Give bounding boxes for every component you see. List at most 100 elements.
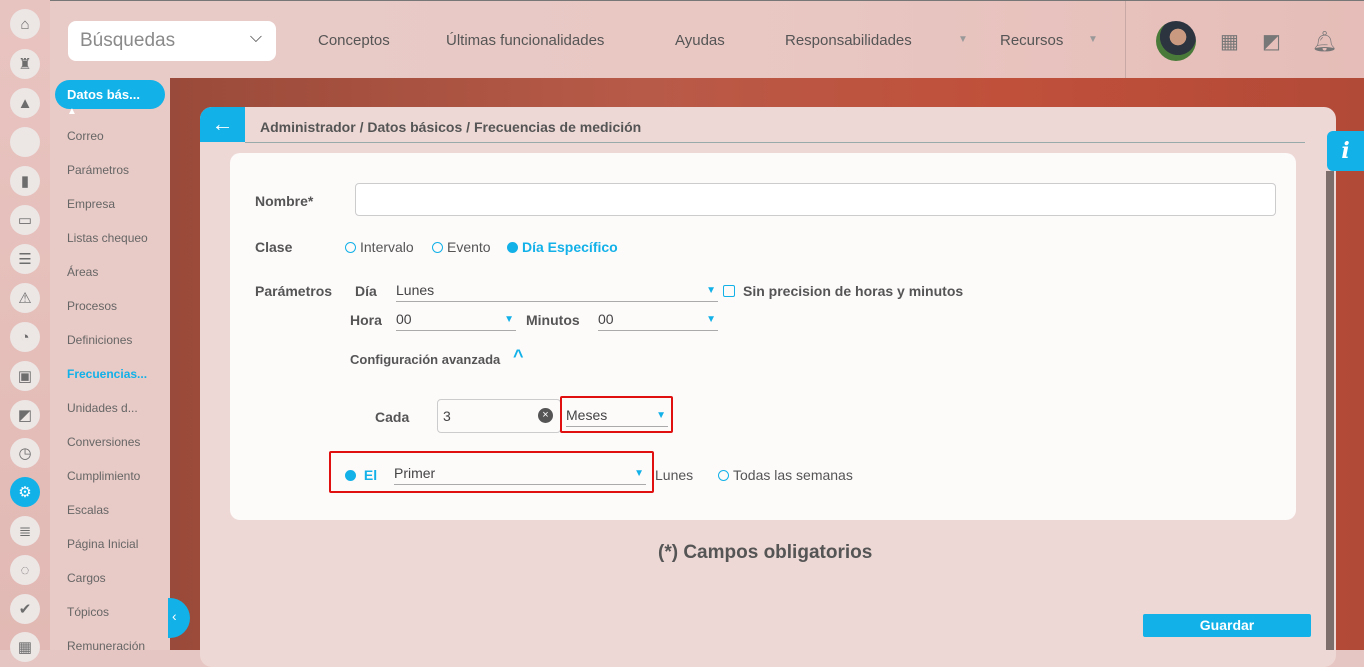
caret-down-icon: ▼ (706, 314, 716, 325)
menu-item[interactable]: Página Inicial (67, 537, 138, 551)
lunes-label: Lunes (655, 467, 693, 483)
caret-down-icon: ▼ (706, 285, 716, 296)
info-button[interactable]: i (1327, 131, 1364, 171)
menu-item[interactable]: Tópicos (67, 605, 109, 619)
save-button[interactable]: Guardar (1143, 614, 1311, 637)
radio-label: Día Específico (522, 239, 618, 255)
clase-label: Clase (255, 239, 292, 255)
radio-label: Evento (447, 239, 491, 255)
briefcase-icon[interactable]: ▣ (10, 361, 40, 391)
radio-el[interactable]: El (345, 467, 377, 483)
radio-icon (345, 242, 356, 253)
menu-item[interactable]: Remuneración (67, 639, 145, 653)
top-bar: Búsquedas⌵ Conceptos Últimas funcionalid… (50, 0, 1364, 78)
menu-item[interactable]: Áreas (67, 265, 98, 279)
nav-recursos[interactable]: Recursos (1000, 32, 1063, 49)
unidad-value: Meses (566, 407, 607, 423)
nav-responsabilidades[interactable]: Responsabilidades (785, 32, 912, 49)
caret-down-icon: ▼ (504, 314, 514, 325)
bell-icon[interactable]: 🔔︎ (1312, 29, 1337, 54)
sin-precision-checkbox[interactable]: Sin precision de horas y minutos (723, 283, 963, 299)
hora-select[interactable]: 00 ▼ (396, 311, 516, 331)
caret-down-icon: ▼ (958, 34, 968, 45)
menu-item[interactable]: Unidades d... (67, 401, 138, 415)
menu-item[interactable]: Listas chequeo (67, 231, 148, 245)
chevron-down-icon: ⌵ (250, 29, 262, 47)
dia-select[interactable]: Lunes ▼ (396, 282, 718, 302)
el-value: Primer (394, 465, 435, 481)
menu-item[interactable]: Conversiones (67, 435, 140, 449)
cada-value: 3 (443, 408, 451, 424)
scrollbar[interactable] (1326, 171, 1334, 650)
nombre-label: Nombre* (255, 193, 313, 209)
warning-icon[interactable]: ⚠ (10, 283, 40, 313)
blank-icon[interactable] (10, 127, 40, 157)
menu-section-dropdown[interactable]: Datos bás... ▲ (55, 80, 165, 109)
checkbox-icon (723, 285, 735, 297)
menu-item[interactable]: Definiciones (67, 333, 132, 347)
radio-selected-icon (507, 242, 518, 253)
cada-label: Cada (375, 409, 409, 425)
nav-ultimas-funcionalidades[interactable]: Últimas funcionalidades (446, 32, 604, 49)
nombre-input[interactable] (355, 183, 1276, 216)
dia-value: Lunes (396, 282, 434, 298)
parametros-label: Parámetros (255, 283, 332, 299)
list-icon[interactable]: ≣ (10, 516, 40, 546)
radio-selected-icon (345, 470, 356, 481)
divider (1125, 1, 1126, 79)
avatar[interactable] (1156, 21, 1196, 61)
required-note: (*) Campos obligatorios (658, 542, 872, 564)
map-icon[interactable]: ◩ (10, 400, 40, 430)
pie-chart-icon[interactable]: ◔ (10, 322, 40, 352)
menu-item[interactable]: Correo (67, 129, 104, 143)
radio-icon (432, 242, 443, 253)
back-button[interactable]: ← (200, 107, 245, 142)
radio-label: Todas las semanas (733, 467, 853, 483)
unidad-select[interactable]: Meses▼ (566, 407, 668, 427)
sliders-icon[interactable]: ☰ (10, 244, 40, 274)
menu-item[interactable]: Escalas (67, 503, 109, 517)
cada-input[interactable]: 3× (437, 399, 561, 433)
caret-up-icon: ▲ (67, 106, 77, 117)
nav-conceptos[interactable]: Conceptos (318, 32, 390, 49)
radio-dia-especifico[interactable]: Día Específico (507, 239, 618, 255)
menu-item[interactable]: Procesos (67, 299, 117, 313)
cycle-icon[interactable]: ◌ (10, 555, 40, 585)
hora-label: Hora (350, 312, 382, 328)
home-icon[interactable]: ⌂ (10, 9, 40, 39)
chess-rook-icon[interactable]: ♜ (10, 49, 40, 79)
menu-item[interactable]: Cargos (67, 571, 106, 585)
config-avanzada-label: Configuración avanzada (350, 352, 500, 367)
hora-value: 00 (396, 311, 412, 327)
clock-icon[interactable]: ◷ (10, 438, 40, 468)
check-icon[interactable]: ✔ (10, 594, 40, 624)
minutos-select[interactable]: 00 ▼ (598, 311, 718, 331)
menu-item[interactable]: Cumplimiento (67, 469, 140, 483)
pyramid-icon[interactable]: ▲ (10, 88, 40, 118)
el-select[interactable]: Primer ▼ (394, 465, 646, 485)
menu-item[interactable]: Parámetros (67, 163, 129, 177)
gear-icon[interactable]: ⚙ (10, 477, 40, 507)
bar-chart-icon[interactable]: ▮ (10, 166, 40, 196)
calendar-icon[interactable]: ▦ (10, 632, 40, 662)
radio-todas-las-semanas[interactable]: Todas las semanas (718, 467, 853, 483)
calendar-icon[interactable]: ▦ (1220, 29, 1239, 54)
minutos-value: 00 (598, 311, 614, 327)
radio-label: Intervalo (360, 239, 414, 255)
presentation-icon[interactable]: ▭ (10, 205, 40, 235)
radio-evento[interactable]: Evento (432, 239, 491, 255)
menu-item[interactable]: Frecuencias... (67, 367, 147, 381)
map-icon[interactable]: ◩ (1262, 29, 1281, 54)
menu-item[interactable]: Empresa (67, 197, 115, 211)
nav-ayudas[interactable]: Ayudas (675, 32, 725, 49)
clear-icon[interactable]: × (538, 408, 553, 423)
chevron-up-icon[interactable]: ^ (513, 346, 524, 367)
radio-intervalo[interactable]: Intervalo (345, 239, 414, 255)
dia-label: Día (355, 283, 377, 299)
divider (245, 142, 1305, 143)
search-dropdown[interactable]: Búsquedas⌵ (68, 21, 276, 61)
caret-down-icon: ▼ (1088, 34, 1098, 45)
caret-down-icon: ▼ (634, 468, 644, 479)
checkbox-label: Sin precision de horas y minutos (743, 283, 963, 299)
radio-label: El (364, 467, 377, 483)
